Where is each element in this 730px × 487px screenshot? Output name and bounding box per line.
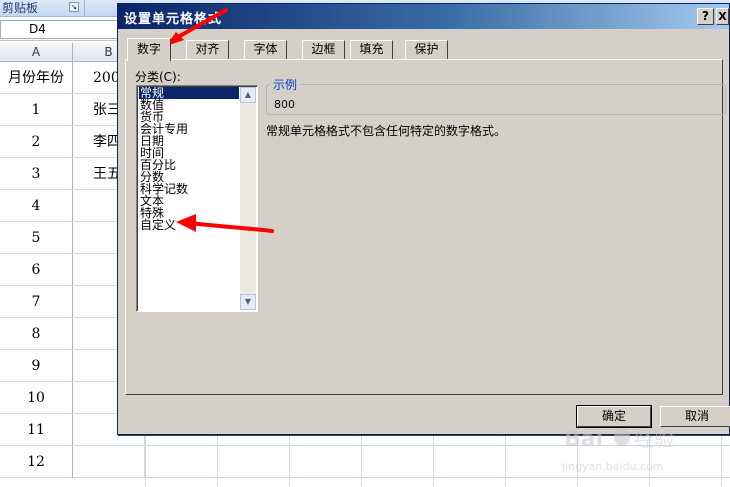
category-label: 分类(C): — [135, 70, 181, 84]
baidu-logo-icon: Bai 经验 jingyan.baidu.com — [561, 427, 674, 473]
tab-border[interactable]: 边框 — [302, 40, 345, 59]
tab-number[interactable]: 数字 — [127, 38, 171, 61]
tab-strip: 数字 对齐 字体 边框 填充 保护 — [125, 38, 725, 61]
column-header-a[interactable]: A — [0, 43, 73, 62]
cell-a1[interactable]: 月份年份 — [0, 62, 73, 94]
scroll-down-icon[interactable]: ▼ — [240, 294, 256, 310]
tab-protection[interactable]: 保护 — [405, 40, 448, 59]
format-cells-dialog: 设置单元格格式 ? X 数字 对齐 字体 边框 填充 保护 分类(C): 常规 … — [117, 3, 730, 435]
dialog-launcher-icon[interactable]: ↘ — [69, 2, 79, 12]
close-button[interactable]: X — [716, 8, 729, 25]
cell-a2[interactable]: 1 — [0, 94, 73, 126]
category-listbox[interactable]: 常规 数值 货币 会计专用 日期 时间 百分比 分数 科学记数 文本 特殊 自定… — [136, 85, 258, 312]
tab-font[interactable]: 字体 — [244, 40, 287, 59]
ribbon-group-separator — [84, 0, 85, 16]
cell-a10[interactable]: 9 — [0, 350, 73, 382]
svg-text:Bai: Bai — [564, 427, 603, 452]
scroll-up-icon[interactable]: ▲ — [240, 87, 256, 103]
cell-a13[interactable]: 12 — [0, 446, 73, 478]
category-scrollbar[interactable]: ▲ ▼ — [240, 87, 256, 310]
cell-a11[interactable]: 10 — [0, 382, 73, 414]
help-button[interactable]: ? — [697, 8, 714, 25]
cell-a8[interactable]: 7 — [0, 286, 73, 318]
tab-alignment[interactable]: 对齐 — [186, 40, 229, 59]
number-tab-panel: 分类(C): 常规 数值 货币 会计专用 日期 时间 百分比 分数 科学记数 文… — [125, 59, 726, 395]
sample-groupbox — [266, 84, 726, 115]
category-custom[interactable]: 自定义 — [139, 219, 239, 231]
dialog-title-bar[interactable]: 设置单元格格式 ? X — [118, 4, 729, 29]
cell-b13[interactable] — [73, 446, 145, 478]
cell-a5[interactable]: 4 — [0, 190, 73, 222]
tab-fill[interactable]: 填充 — [350, 40, 393, 59]
cell-a9[interactable]: 8 — [0, 318, 73, 350]
sample-value: 800 — [274, 98, 295, 111]
svg-text:jingyan.baidu.com: jingyan.baidu.com — [561, 460, 664, 473]
format-description: 常规单元格格式不包含任何特定的数字格式。 — [266, 124, 507, 138]
baidu-watermark: Bai 经验 jingyan.baidu.com — [560, 420, 728, 484]
name-box[interactable]: D4 — [0, 20, 118, 39]
dialog-title: 设置单元格格式 — [124, 12, 223, 27]
cell-a7[interactable]: 6 — [0, 254, 73, 286]
cell-a6[interactable]: 5 — [0, 222, 73, 254]
cell-a12[interactable]: 11 — [0, 414, 73, 446]
sample-label: 示例 — [270, 76, 301, 93]
cell-a3[interactable]: 2 — [0, 126, 73, 158]
svg-text:经验: 经验 — [634, 427, 674, 451]
cell-a4[interactable]: 3 — [0, 158, 73, 190]
